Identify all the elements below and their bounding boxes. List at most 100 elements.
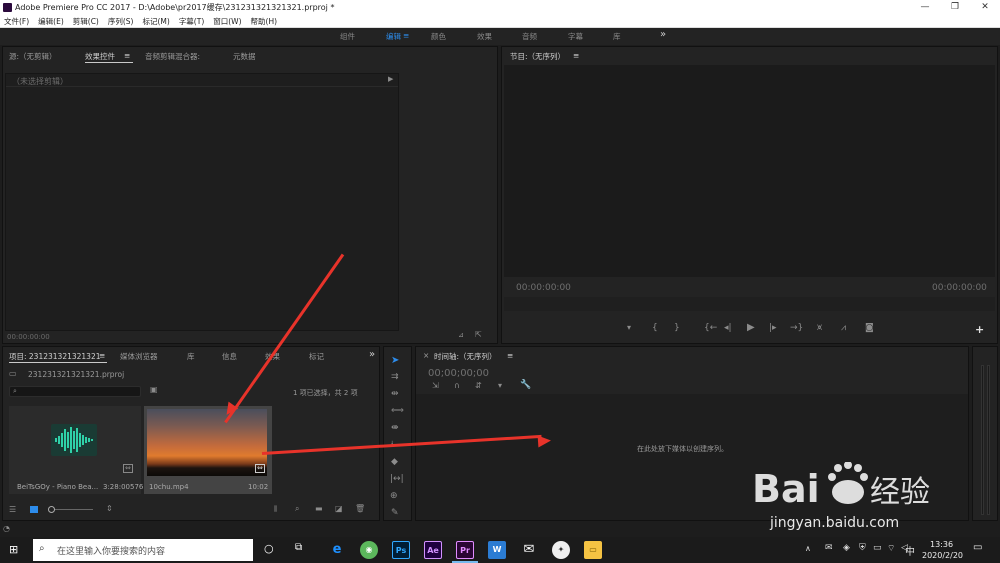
mark-in-icon[interactable]: { (652, 323, 658, 333)
tab-source[interactable]: 源:（无剪辑） (9, 51, 57, 62)
play-icon[interactable]: ▶ (747, 322, 755, 333)
player-icon[interactable]: ✦ (552, 541, 570, 559)
file-explorer-icon[interactable]: ▭ (584, 541, 602, 559)
workspace-titles[interactable]: 字幕 (568, 31, 583, 42)
program-viewer[interactable] (504, 65, 995, 277)
export-frame-icon[interactable]: ◙ (865, 323, 874, 333)
rate-stretch-tool-icon[interactable]: ⇼ (391, 423, 399, 433)
slip-tool-icon[interactable]: ◆ (391, 457, 398, 467)
mark-out-icon[interactable]: } (674, 323, 680, 333)
pen-tool-icon[interactable]: ✎ (391, 508, 399, 518)
add-marker-icon[interactable]: ▾ (627, 323, 631, 332)
effect-controls-menu-icon[interactable]: ≡ (124, 51, 130, 60)
go-to-out-icon[interactable]: →} (790, 323, 803, 333)
menu-file[interactable]: 文件(F) (4, 16, 29, 27)
tab-markers[interactable]: 标记 (309, 351, 324, 362)
selection-tool-icon[interactable]: ➤ (391, 355, 399, 366)
workspace-libraries[interactable]: 库 (613, 31, 621, 42)
rolling-edit-tool-icon[interactable]: ⟺ (391, 406, 404, 416)
minimize-icon[interactable]: — (910, 0, 940, 15)
maximize-icon[interactable]: ❐ (940, 0, 970, 15)
timeline-title[interactable]: 时间轴:（无序列） (434, 351, 497, 362)
menu-edit[interactable]: 编辑(E) (38, 16, 64, 27)
tab-audio-clip-mixer[interactable]: 音频剪辑混合器: (145, 51, 200, 62)
edge-browser-icon[interactable]: e (328, 541, 346, 559)
project-overflow-icon[interactable]: » (369, 349, 375, 360)
track-select-tool-icon[interactable]: ⇉ (391, 372, 399, 382)
menu-marker[interactable]: 标记(M) (142, 16, 169, 27)
lift-icon[interactable]: ⩙ (817, 323, 822, 333)
wifi-icon[interactable]: ⌔ (887, 543, 895, 554)
new-search-bin-icon[interactable]: ▣ (150, 385, 158, 394)
windows-start-icon[interactable]: ⊞ (9, 543, 18, 556)
project-menu-icon[interactable]: ≡ (99, 351, 105, 360)
tab-info[interactable]: 信息 (222, 351, 237, 362)
sort-icon[interactable]: ⇕ (106, 504, 113, 513)
taskbar-search-input[interactable]: ⌕ 在这里输入你要搜索的内容 (33, 539, 253, 561)
workspace-assembly[interactable]: 组件 (340, 31, 355, 42)
program-menu-icon[interactable]: ≡ (573, 51, 579, 60)
photoshop-icon[interactable]: Ps (392, 541, 410, 559)
clock-time[interactable]: 13:36 (930, 540, 953, 549)
wps-icon[interactable]: W (488, 541, 506, 559)
clock-date[interactable]: 2020/2/20 (922, 551, 963, 560)
new-bin-icon[interactable]: ▬ (315, 504, 323, 513)
media-tile-audio[interactable]: ⇔ BeiTsGOy - Piano Bea... 3:28:00576 (9, 406, 143, 494)
filter-icon[interactable]: ⊿ (458, 331, 464, 339)
step-back-icon[interactable]: ◂| (724, 323, 732, 333)
new-item-icon[interactable]: ◪ (335, 504, 343, 513)
program-title[interactable]: 节目:（无序列） (510, 51, 565, 62)
tab-project[interactable]: 项目: 231231321321321 (9, 351, 101, 362)
menu-title[interactable]: 字幕(T) (179, 16, 204, 27)
timeline-timecode[interactable]: 00;00;00;00 (428, 368, 489, 379)
workspace-editing[interactable]: 编辑 (386, 31, 401, 42)
ripple-edit-tool-icon[interactable]: ⇹ (391, 389, 399, 399)
program-scrub-bar[interactable] (504, 297, 995, 311)
workspace-menu-icon[interactable]: ≡ (403, 31, 409, 40)
tray-security-icon[interactable]: ⛨ (859, 543, 866, 553)
battery-icon[interactable]: ▭ (873, 543, 882, 553)
zoom-slider-handle[interactable] (48, 506, 55, 513)
tab-effect-controls[interactable]: 效果控件 (85, 51, 115, 62)
timeline-menu-icon[interactable]: ≡ (507, 351, 513, 360)
workspace-overflow-icon[interactable]: » (660, 29, 666, 40)
tray-app-icon[interactable]: ◈ (843, 543, 850, 553)
menu-clip[interactable]: 剪辑(C) (73, 16, 99, 27)
linked-selection-icon[interactable]: ⇵ (475, 381, 482, 390)
tab-media-browser[interactable]: 媒体浏览器 (120, 351, 158, 362)
find-icon[interactable]: ⌕ (295, 504, 299, 514)
tray-expand-icon[interactable]: ∧ (805, 544, 811, 553)
workspace-effects[interactable]: 效果 (477, 31, 492, 42)
timeline-close-icon[interactable]: × (423, 351, 429, 360)
wechat-icon[interactable]: ✉ (520, 541, 538, 559)
export-icon[interactable]: ⇱ (475, 330, 482, 339)
list-view-icon[interactable]: ☰ (9, 505, 16, 514)
premiere-taskbar-icon[interactable]: Pr (456, 541, 474, 559)
tray-wechat-icon[interactable]: ✉ (825, 543, 833, 553)
insert-sequence-icon[interactable]: ⇲ (432, 381, 439, 390)
workspace-color[interactable]: 颜色 (431, 31, 446, 42)
cortana-icon[interactable]: ○ (264, 542, 274, 555)
after-effects-icon[interactable]: Ae (424, 541, 442, 559)
task-view-icon[interactable]: ⧉ (295, 542, 302, 553)
program-current-timecode[interactable]: 00:00:00:00 (516, 283, 571, 293)
go-to-in-icon[interactable]: {← (704, 323, 717, 333)
extract-icon[interactable]: ⩘ (841, 323, 846, 333)
snap-icon[interactable]: ∩ (454, 381, 460, 390)
timeline-settings-wrench-icon[interactable]: 🔧 (520, 380, 531, 390)
icon-view-icon[interactable] (30, 506, 38, 513)
add-marker-timeline-icon[interactable]: ▾ (498, 381, 502, 390)
menu-sequence[interactable]: 序列(S) (108, 16, 134, 27)
zoom-slider[interactable] (49, 509, 93, 510)
automate-icon[interactable]: ⫼ (274, 505, 277, 514)
close-icon[interactable]: ✕ (970, 0, 1000, 15)
tab-metadata[interactable]: 元数据 (233, 51, 256, 62)
media-tile-video[interactable]: ⇔ 10chu.mp4 10:02 (144, 406, 272, 494)
add-button-icon[interactable]: + (975, 323, 984, 336)
browser-360-icon[interactable]: ◉ (360, 541, 378, 559)
slide-tool-icon[interactable]: |↔| (390, 474, 404, 484)
workspace-audio[interactable]: 音频 (522, 31, 537, 42)
hand-tool-icon[interactable]: ⊕ (390, 491, 398, 501)
step-forward-icon[interactable]: |▸ (769, 323, 777, 333)
expand-right-icon[interactable]: ▶ (388, 75, 393, 83)
